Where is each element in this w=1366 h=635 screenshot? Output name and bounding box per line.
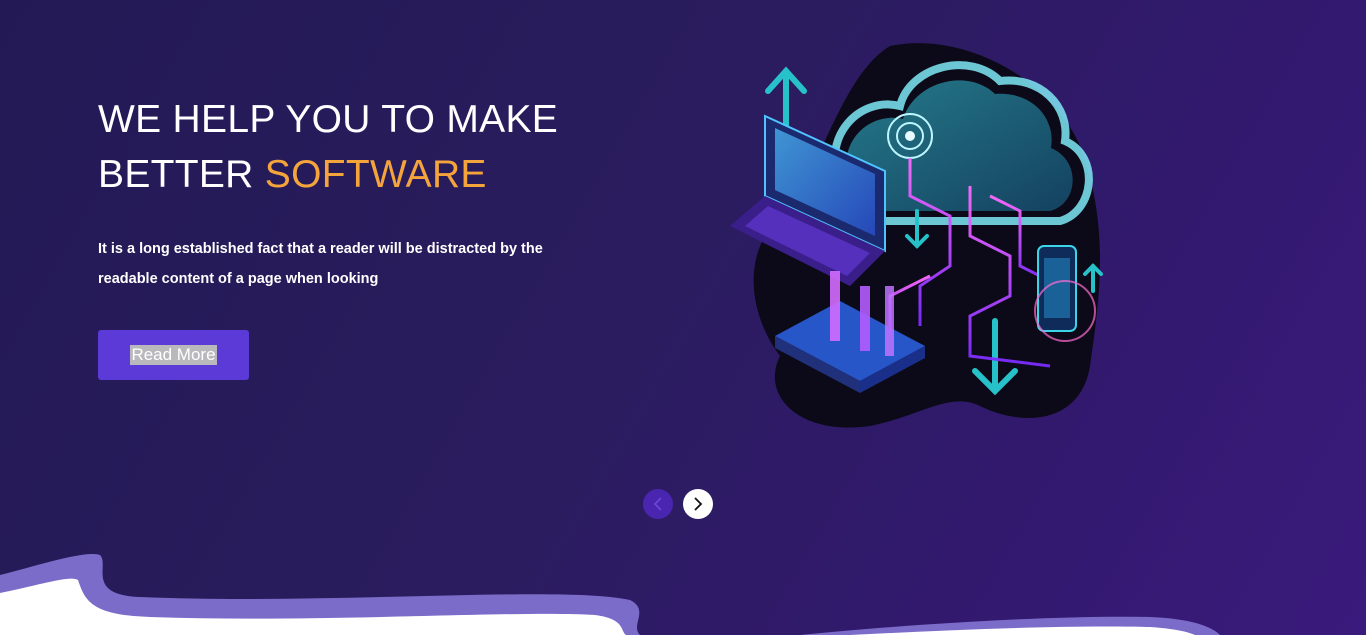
headline-line-2-prefix: BETTER bbox=[98, 153, 254, 196]
cloud-computing-illustration bbox=[730, 43, 1103, 428]
hero-text-block: WE HELP YOU TO MAKE BETTER SOFTWARE It i… bbox=[98, 92, 618, 294]
read-more-button[interactable]: Read More bbox=[98, 330, 249, 380]
chevron-right-icon bbox=[694, 497, 703, 511]
hero-description: It is a long established fact that a rea… bbox=[98, 234, 578, 294]
carousel-prev-button[interactable] bbox=[643, 489, 673, 519]
bottom-wave-divider bbox=[0, 554, 1220, 635]
description-line-1: It is a long established fact that a rea… bbox=[98, 241, 543, 257]
hero-headline: WE HELP YOU TO MAKE BETTER SOFTWARE bbox=[98, 92, 618, 202]
chevron-left-icon bbox=[653, 497, 662, 511]
headline-line-1: WE HELP YOU TO MAKE bbox=[98, 98, 559, 141]
read-more-label: Read More bbox=[130, 345, 217, 365]
carousel-next-button[interactable] bbox=[683, 489, 713, 519]
headline-accent-word: SOFTWARE bbox=[264, 153, 487, 196]
description-line-2: readable content of a page when looking bbox=[98, 271, 379, 287]
